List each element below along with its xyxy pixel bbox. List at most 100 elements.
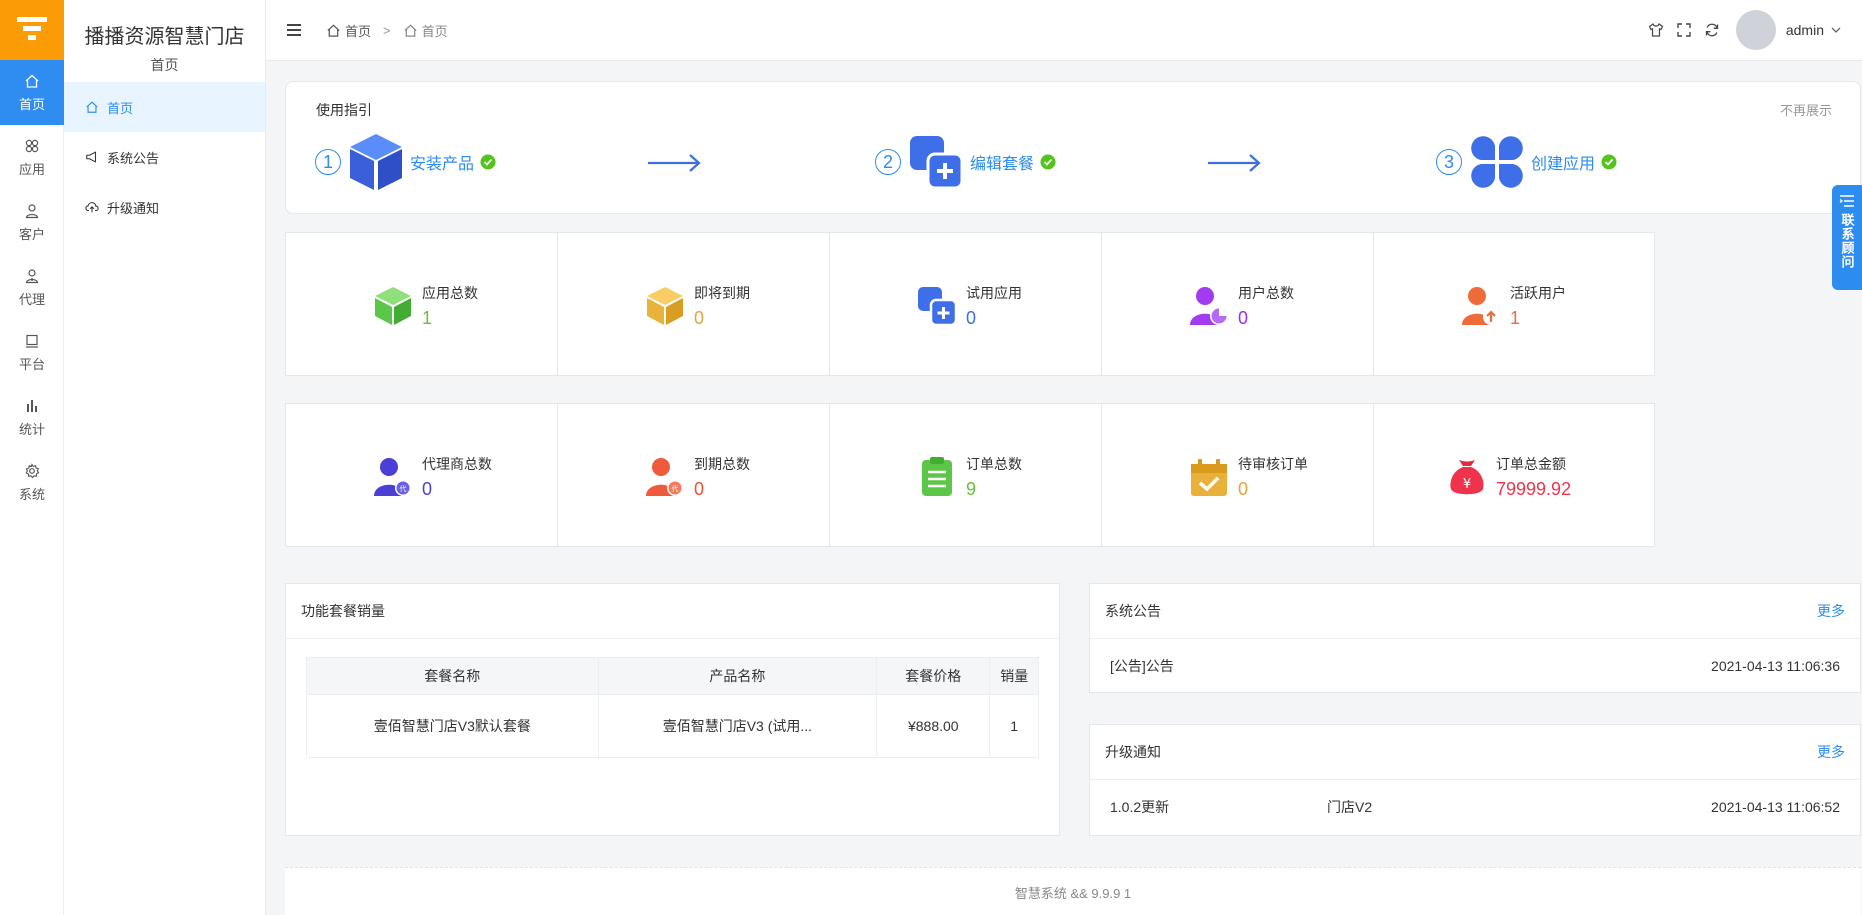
megaphone-icon [86,151,97,163]
rail-item-home[interactable]: 首页 [0,60,64,125]
announcement-time: 2021-04-13 11:06:36 [1711,658,1840,674]
guide-step-edit-package[interactable]: 2 编辑套餐 [875,132,1056,192]
sub-sidebar-item-label: 系统公告 [107,150,160,166]
top-bar: 首页 > 首页 admin [266,0,1862,61]
breadcrumb-home[interactable]: 首页 [345,21,371,40]
rail-item-label: 客户 [18,226,45,242]
agent-purple-icon: 代 [374,458,411,496]
list-icon [1839,195,1854,207]
store-title: 播播资源智慧门店 [84,26,245,48]
fullscreen-icon[interactable] [1676,22,1692,38]
svg-text:代: 代 [672,484,679,493]
rail-item-system[interactable]: 系统 [0,450,64,515]
table-row: 壹佰智慧门店V3默认套餐 壹佰智慧门店V3 (试用... ¥888.00 1 [306,694,1039,758]
footer: 智慧系统 && 9.9.9 1 [285,867,1861,915]
icon-rail: 首页 应用 客户 代理 平台 统计 系统 [0,0,64,915]
sub-sidebar-item-home[interactable]: 首页 [64,82,265,132]
stat-value: 1 [1510,308,1521,328]
pending-order-icon [1191,459,1227,496]
platform-icon [26,334,38,348]
breadcrumb-current: 首页 [421,24,448,39]
check-circle-icon [480,154,496,170]
arrow-right-icon [648,154,701,172]
stat-label: 即将到期 [694,285,750,301]
upgrades-more-link[interactable]: 更多 [1817,742,1845,762]
package-edit-icon [910,136,964,190]
svg-text:代: 代 [400,484,407,493]
theme-shirt-icon[interactable] [1648,22,1664,38]
menu-toggle-icon[interactable] [286,22,302,38]
stat-card-app-total[interactable]: 应用总数 1 [285,232,567,376]
user-name[interactable]: admin [1786,22,1824,38]
chevron-down-icon[interactable] [1830,24,1842,36]
guide-step-install[interactable]: 1 安装产品 [315,132,496,192]
stat-label: 订单总金额 [1496,456,1566,472]
stat-value: 0 [694,479,705,499]
list-item[interactable]: 1.0.2更新 门店V2 2021-04-13 11:06:52 [1090,780,1860,834]
check-circle-icon [1601,154,1617,170]
stat-card-pending-orders[interactable]: 待审核订单 0 [1101,403,1383,547]
stat-card-expired-total[interactable]: 代 到期总数 0 [557,403,839,547]
stat-card-active-users[interactable]: 活跃用户 1 [1373,232,1655,376]
rail-item-stats[interactable]: 统计 [0,385,64,450]
step-label: 编辑套餐 [970,156,1035,173]
home-icon [327,24,340,37]
announcements-more-link[interactable]: 更多 [1817,601,1845,621]
clipboard-icon [922,457,952,496]
stat-value: 0 [1238,308,1249,328]
stat-card-order-total[interactable]: 订单总数 9 [829,403,1111,547]
sub-sidebar-item-label: 首页 [107,100,134,116]
sub-sidebar-item-label: 升级通知 [107,200,160,216]
upgrade-time: 2021-04-13 11:06:52 [1711,799,1840,815]
section-title: 首页 [150,57,179,73]
stat-value: 0 [694,308,705,328]
column-header: 套餐价格 [876,657,991,695]
rail-item-apps[interactable]: 应用 [0,125,64,190]
announcement-title: [公告]公告 [1110,658,1174,674]
step-label: 创建应用 [1531,156,1596,173]
stat-card-order-amount[interactable]: ¥ 订单总金额 79999.92 [1373,403,1655,547]
arrow-right-icon [1208,154,1261,172]
svg-text:¥: ¥ [1463,477,1471,492]
user-icon [25,203,39,218]
stat-value: 0 [1238,479,1249,499]
upgrade-version: 1.0.2更新 [1110,799,1170,815]
step-number: 3 [1436,149,1462,175]
rail-item-agents[interactable]: 代理 [0,255,64,320]
column-header: 产品名称 [597,657,878,695]
panel-title: 升级通知 [1105,744,1161,760]
cube-green-icon [375,287,411,325]
upgrades-panel: 升级通知 更多 1.0.2更新 门店V2 2021-04-13 11:06:52 [1089,724,1861,836]
stat-label: 试用应用 [966,285,1022,301]
rail-item-customers[interactable]: 客户 [0,190,64,255]
stat-label: 订单总数 [966,456,1022,472]
stat-card-expiring[interactable]: 即将到期 0 [557,232,839,376]
guide-dismiss-button[interactable]: 不再展示 [1780,100,1832,119]
avatar[interactable] [1735,10,1776,50]
stat-label: 代理商总数 [422,456,492,472]
sub-sidebar-item-upgrades[interactable]: 升级通知 [64,182,265,232]
stat-card-user-total[interactable]: 用户总数 0 [1101,232,1383,376]
table-cell: 1 [989,694,1039,758]
upgrade-product: 门店V2 [1327,799,1373,815]
rail-item-platform[interactable]: 平台 [0,320,64,385]
column-header: 套餐名称 [306,657,599,695]
rail-item-label: 代理 [18,291,45,307]
contact-advisor-tab[interactable]: 联系顾问 [1832,185,1862,290]
stat-card-agent-total[interactable]: 代 代理商总数 0 [285,403,567,547]
step-label: 安装产品 [410,156,475,173]
user-pie-icon [1190,287,1228,325]
rail-item-label: 应用 [18,161,45,177]
home-icon [404,24,417,37]
app-logo[interactable] [0,0,64,60]
sub-sidebar-item-announcements[interactable]: 系统公告 [64,132,265,182]
contact-advisor-label: 联系顾问 [1839,213,1855,269]
refresh-icon[interactable] [1704,22,1720,38]
list-item[interactable]: [公告]公告 2021-04-13 11:06:36 [1090,639,1860,693]
guide-step-create-app[interactable]: 3 创建应用 [1436,132,1617,192]
stat-label: 应用总数 [422,285,478,301]
package-sales-panel: 功能套餐销量 套餐名称 产品名称 套餐价格 销量 壹佰智慧门店V3默认套餐 壹佰… [285,583,1060,836]
stat-card-trial-apps[interactable]: 试用应用 0 [829,232,1111,376]
home-icon [86,101,98,113]
sub-sidebar-header: 播播资源智慧门店 首页 [64,0,265,82]
